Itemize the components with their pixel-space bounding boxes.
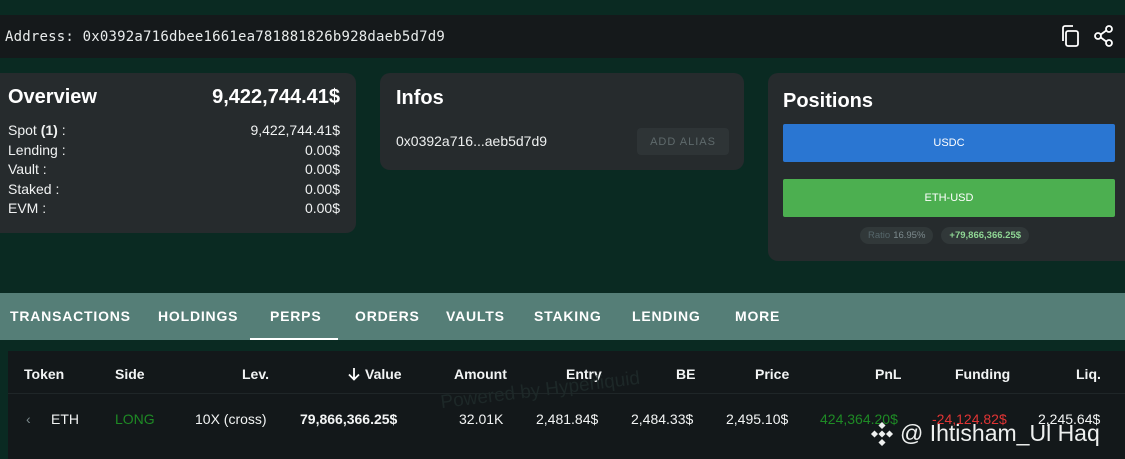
overview-total: 9,422,744.41$ — [212, 86, 340, 108]
overview-row-label: Staked : — [8, 180, 60, 197]
diamond-logo-icon — [870, 421, 894, 446]
infos-card: Infos 0x0392a716...aeb5d7d9 ADD ALIAS — [380, 73, 744, 170]
row-token: ETH — [51, 411, 79, 427]
ratio-label: Ratio — [868, 230, 891, 241]
overview-row-value: 0.00$ — [304, 141, 340, 158]
overview-row-spot: Spot (1) : 9,422,744.41$ — [8, 121, 340, 141]
positions-card: Positions USDC ETH-USD Ratio 16.95% +79,… — [768, 73, 1125, 261]
overview-row-label: Lending : — [8, 141, 66, 158]
eth-usd-position-bar[interactable]: ETH-USD — [783, 179, 1115, 217]
overview-row-label: Spot (1) : — [8, 122, 66, 138]
tab-staking[interactable]: STAKING — [534, 293, 602, 340]
overview-row-label: EVM : — [8, 200, 47, 216]
header-price[interactable]: Price — [755, 366, 789, 382]
row-entry: 2,481.84$ — [536, 411, 599, 427]
credit-overlay: @ Ihtisham_Ul Haq — [870, 420, 1100, 447]
overview-row-value: 0.00$ — [304, 200, 340, 216]
credit-text: @ Ihtisham_Ul Haq — [900, 420, 1100, 446]
infos-title: Infos — [396, 87, 444, 109]
overview-title: Overview — [8, 86, 97, 108]
tab-vaults[interactable]: VAULTS — [446, 293, 505, 340]
active-tab-indicator — [250, 338, 338, 340]
row-price: 2,495.10$ — [726, 411, 789, 427]
row-lev: 10X (cross) — [195, 411, 267, 427]
row-amount: 32.01K — [459, 411, 504, 427]
tab-more[interactable]: MORE — [735, 293, 780, 340]
add-alias-button[interactable]: ADD ALIAS — [637, 128, 729, 155]
overview-row-label: Vault : — [8, 161, 47, 177]
overview-row-value: 0.00$ — [304, 161, 340, 177]
tab-transactions[interactable]: TRANSACTIONS — [10, 293, 131, 340]
wallet-address: Address: 0x0392a716dbee1661ea781881826b9… — [5, 28, 446, 45]
positions-title: Positions — [783, 90, 874, 112]
ratio-value: 16.95% — [893, 230, 926, 241]
usdc-position-bar[interactable]: USDC — [783, 124, 1115, 162]
header-be[interactable]: BE — [676, 366, 695, 382]
overview-row-value: 9,422,744.41$ — [250, 122, 340, 138]
arrow-down-icon — [348, 368, 360, 381]
address-bar: Address: 0x0392a716dbee1661ea781881826b9… — [0, 15, 1125, 58]
header-side[interactable]: Side — [115, 366, 145, 382]
header-value: Value — [365, 366, 402, 382]
copy-icon[interactable] — [1059, 24, 1081, 48]
share-icon[interactable] — [1093, 24, 1115, 48]
overview-row-staked: Staked : 0.00$ — [8, 180, 340, 200]
chevron-left-icon[interactable]: ‹ — [26, 411, 31, 427]
tab-lending[interactable]: LENDING — [632, 293, 701, 340]
header-amount[interactable]: Amount — [454, 366, 507, 382]
header-pnl[interactable]: PnL — [875, 366, 901, 382]
infos-short-address[interactable]: 0x0392a716...aeb5d7d9 — [396, 133, 547, 149]
overview-row-value: 0.00$ — [304, 180, 340, 197]
row-side: LONG — [115, 411, 155, 427]
tab-perps[interactable]: PERPS — [270, 293, 321, 340]
row-be: 2,484.33$ — [631, 411, 694, 427]
tab-bar: TRANSACTIONS HOLDINGS PERPS ORDERS VAULT… — [0, 293, 1125, 340]
tab-holdings[interactable]: HOLDINGS — [158, 293, 238, 340]
header-lev[interactable]: Lev. — [242, 366, 269, 382]
tab-orders[interactable]: ORDERS — [355, 293, 420, 340]
header-funding[interactable]: Funding — [955, 366, 1010, 382]
row-value: 79,866,366.25$ — [300, 411, 398, 427]
overview-row-lending: Lending : 0.00$ — [8, 141, 340, 161]
overview-row-vault: Vault : 0.00$ — [8, 160, 340, 180]
overview-card: Overview 9,422,744.41$ Spot (1) : 9,422,… — [0, 73, 356, 233]
header-liq[interactable]: Liq. — [1076, 366, 1101, 382]
overview-row-evm: EVM : 0.00$ — [8, 199, 340, 219]
pnl-chip: +79,866,366.25$ — [941, 227, 1030, 244]
ratio-chip: Ratio 16.95% — [860, 227, 934, 244]
header-token[interactable]: Token — [24, 366, 64, 382]
header-value-sorted[interactable]: Value — [347, 366, 402, 382]
